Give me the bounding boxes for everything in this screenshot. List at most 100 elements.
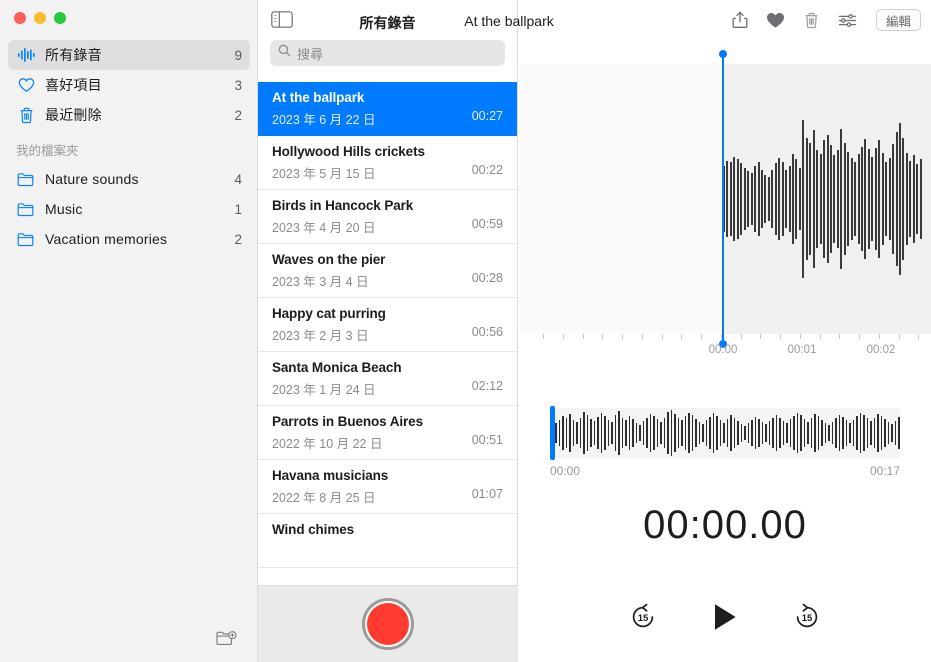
overview-waveform-bar	[709, 417, 711, 449]
overview-start-label: 00:00	[550, 464, 581, 478]
sidebar-item-folder-nature-sounds[interactable]: Nature sounds 4	[8, 164, 250, 194]
overview-waveform-bar	[887, 422, 889, 444]
skip-forward-15-icon[interactable]: 15	[790, 600, 824, 634]
overview-waveform-bar	[625, 420, 627, 446]
overview-waveform-bar	[898, 417, 900, 449]
page-title: At the ballpark	[464, 13, 554, 29]
overview-waveform-bar	[863, 415, 865, 451]
timeline-tick	[622, 334, 623, 339]
waveform-bar	[792, 154, 794, 244]
timeline-ticks	[519, 334, 931, 342]
minimize-button[interactable]	[34, 12, 46, 24]
overview-waveform-bar	[719, 420, 721, 446]
edit-button[interactable]: 編輯	[875, 9, 921, 31]
overview-waveform-bar	[649, 414, 651, 452]
search-input[interactable]: 搜尋	[270, 40, 505, 66]
svg-text:15: 15	[638, 613, 649, 624]
sidebar-section-title: 我的檔案夾	[16, 144, 79, 158]
recording-date: 2023 年 6 月 22 日	[272, 113, 376, 127]
list-item[interactable]: Wind chimes	[258, 514, 517, 568]
list-item[interactable]: Hollywood Hills crickets 2023 年 5 月 15 日…	[258, 136, 517, 190]
playhead[interactable]	[719, 50, 727, 348]
waveform-bar	[760, 169, 763, 229]
folder-icon	[16, 229, 36, 249]
overview-waveform-bar	[604, 416, 606, 450]
overview-waveform-bar	[684, 416, 686, 450]
recording-date: 2023 年 1 月 24 日	[272, 383, 376, 397]
list-item[interactable]: Parrots in Buenos Aires 2022 年 10 月 22 日…	[258, 406, 517, 460]
overview-waveform-bar	[821, 420, 823, 446]
waveform-bar	[767, 177, 770, 221]
waveform-bar	[764, 174, 767, 224]
waveform-bar	[795, 159, 798, 239]
sidebar-item-favorites[interactable]: 喜好項目 3	[8, 70, 250, 100]
sidebar-item-recently-deleted[interactable]: 最近刪除 2	[8, 100, 250, 130]
overview-track[interactable]	[550, 408, 900, 458]
overview-waveform-bar	[807, 422, 809, 444]
overview-waveform-bar	[859, 413, 861, 453]
overview-waveform-bar	[803, 419, 805, 447]
play-icon[interactable]	[708, 600, 742, 634]
zoom-button[interactable]	[54, 12, 66, 24]
sliders-icon[interactable]	[838, 10, 858, 30]
recording-duration: 00:28	[471, 271, 503, 285]
waveform-bar	[805, 137, 808, 261]
overview-scrubber[interactable]: 00:00 00:17	[550, 406, 900, 478]
list-item[interactable]: Happy cat purring 2023 年 2 月 3 日 00:56	[258, 298, 517, 352]
timeline-tick	[681, 334, 683, 339]
waveform-bar	[771, 169, 774, 229]
overview-waveform-bar	[814, 414, 816, 452]
timeline-tick	[918, 334, 920, 339]
list-item[interactable]: Santa Monica Beach 2023 年 1 月 24 日 02:12	[258, 352, 517, 406]
overview-waveform-bar	[583, 412, 585, 454]
waveform-bar	[898, 123, 901, 275]
playhead-handle-top[interactable]	[719, 50, 727, 58]
waveform-played-region	[519, 64, 723, 334]
overview-end-label: 00:17	[869, 464, 900, 478]
overview-waveform-bar	[779, 418, 781, 448]
waveform-bar	[736, 159, 739, 239]
overview-waveform-bar	[565, 418, 567, 448]
waveform-detail-view[interactable]	[519, 50, 931, 348]
trash-icon[interactable]	[802, 10, 822, 30]
waveform-icon	[16, 45, 36, 65]
waveform-bar	[754, 165, 757, 233]
record-button[interactable]	[362, 598, 414, 650]
waveform-remaining-region	[723, 64, 931, 334]
overview-waveform-bar	[877, 414, 879, 452]
share-icon[interactable]	[730, 10, 750, 30]
sidebar-list: 所有錄音 9 喜好項目 3 最近刪除 2 我的檔案夾 Nature sounds…	[0, 40, 258, 254]
overview-waveform-bar	[726, 419, 728, 447]
recordings-rows[interactable]: At the ballpark 2023 年 6 月 22 日 00:27 Ho…	[258, 82, 517, 585]
sidebar-item-count: 9	[234, 47, 242, 63]
window-traffic-lights	[14, 12, 66, 24]
sidebar-item-label: Nature sounds	[45, 171, 139, 187]
timeline-label: 00:00	[708, 344, 738, 356]
new-folder-icon[interactable]	[214, 628, 238, 650]
list-item[interactable]: Waves on the pier 2023 年 3 月 4 日 00:28	[258, 244, 517, 298]
waveform-bar	[902, 137, 905, 261]
overview-waveform-bar	[894, 421, 896, 445]
waveform-bar	[785, 169, 788, 229]
timeline-tick	[740, 334, 742, 339]
timeline-labels: 00:00 00:01 00:02	[519, 344, 931, 360]
waveform-bar	[871, 156, 874, 242]
overview-waveform-bar	[698, 422, 700, 444]
overview-waveform-bar	[579, 418, 581, 448]
list-item[interactable]: At the ballpark 2023 年 6 月 22 日 00:27	[258, 82, 517, 136]
overview-playhead[interactable]	[550, 406, 555, 460]
close-button[interactable]	[14, 12, 26, 24]
skip-back-15-icon[interactable]: 15	[626, 600, 660, 634]
list-item[interactable]: Havana musicians 2022 年 8 月 25 日 01:07	[258, 460, 517, 514]
transport-controls: 15 15	[519, 600, 931, 634]
sidebar-item-folder-music[interactable]: Music 1	[8, 194, 250, 224]
timeline-tick	[780, 334, 781, 339]
detail-pane: At the ballpark 編輯 00:00 00:01 00:02 00:…	[271, 0, 931, 662]
recording-date: 2023 年 5 月 15 日	[272, 167, 376, 181]
sidebar-item-folder-vacation-memories[interactable]: Vacation memories 2	[8, 224, 250, 254]
heart-filled-icon[interactable]	[766, 10, 786, 30]
list-item[interactable]: Birds in Hancock Park 2023 年 4 月 20 日 00…	[258, 190, 517, 244]
recording-name: Wind chimes	[272, 522, 355, 537]
recording-name: Happy cat purring	[272, 306, 386, 321]
sidebar-item-all-recordings[interactable]: 所有錄音 9	[8, 40, 250, 70]
